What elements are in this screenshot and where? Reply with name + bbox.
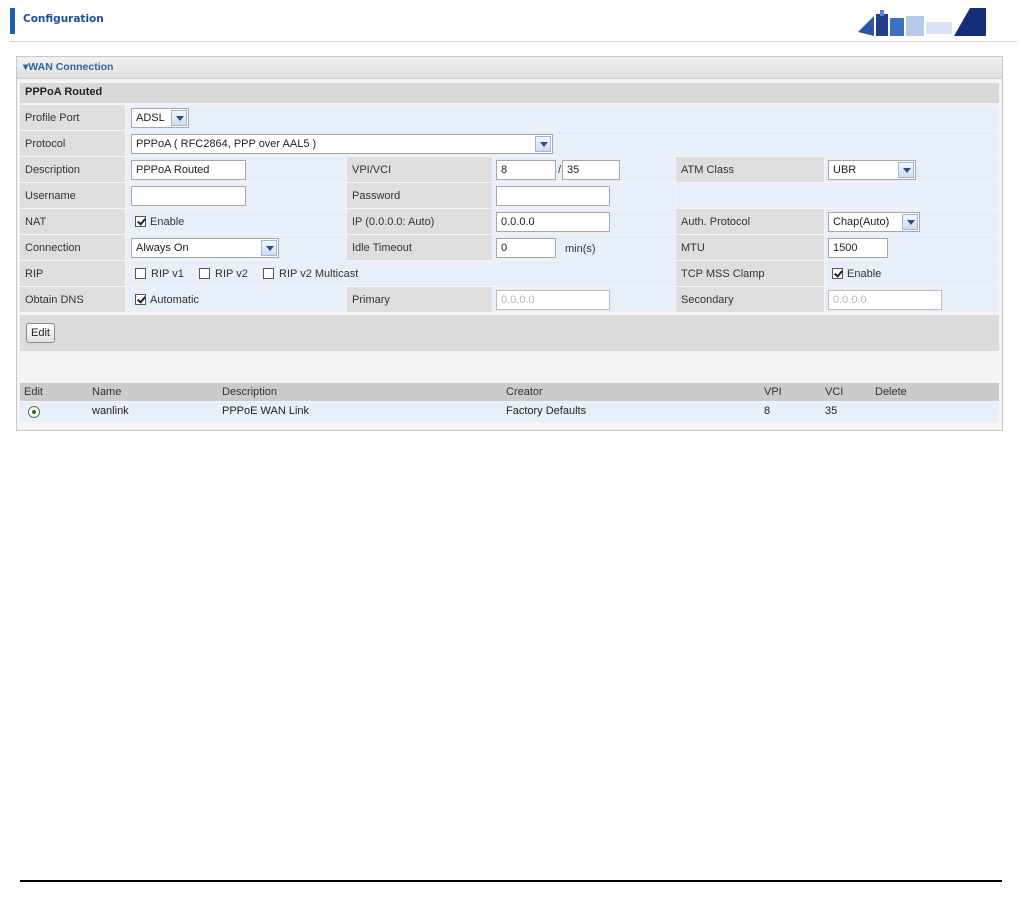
row-vpi: 8 <box>764 405 771 417</box>
rip-v2-checkbox[interactable] <box>199 268 210 279</box>
panel-header[interactable]: ▾WAN Connection <box>17 57 1002 79</box>
secondary-dns-label: Secondary <box>676 287 824 312</box>
idle-timeout-unit: min(s) <box>565 243 596 255</box>
password-label: Password <box>347 183 492 208</box>
wan-connection-panel: ▾WAN Connection PPPoA Routed Profile Por… <box>16 56 1003 431</box>
vci-input[interactable]: 35 <box>562 160 620 180</box>
row-username: Username Password <box>20 183 999 209</box>
row-creator: Factory Defaults <box>506 405 587 417</box>
nat-enable-checkbox[interactable] <box>135 216 146 227</box>
chevron-down-icon <box>902 214 918 230</box>
row-name: wanlink <box>92 405 129 417</box>
connection-label: Connection <box>20 235 125 260</box>
row-protocol: Protocol PPPoA ( RFC2864, PPP over AAL5 … <box>20 131 999 157</box>
primary-dns-input[interactable]: 0.0.0.0 <box>496 290 610 310</box>
header-accent-bar <box>10 8 15 34</box>
button-bar: Edit <box>20 315 999 351</box>
nat-enable-label: Enable <box>150 216 185 228</box>
primary-dns-label: Primary <box>347 287 492 312</box>
secondary-dns-input[interactable]: 0.0.0.0 <box>828 290 942 310</box>
protocol-label: Protocol <box>20 131 125 156</box>
tcp-mss-clamp-enable-label: Enable <box>847 268 882 280</box>
idle-timeout-label: Idle Timeout <box>347 235 492 260</box>
column-description: Description <box>222 386 278 398</box>
column-delete: Delete <box>875 386 907 398</box>
username-input[interactable] <box>131 186 246 206</box>
profile-port-select[interactable]: ADSL <box>131 108 189 128</box>
ip-input[interactable]: 0.0.0.0 <box>496 212 610 232</box>
rip-v2-multicast-label: RIP v2 Multicast <box>279 268 359 280</box>
atm-class-label: ATM Class <box>676 157 824 182</box>
page-title: Configuration <box>23 13 104 25</box>
vpi-input[interactable]: 8 <box>496 160 556 180</box>
obtain-dns-label: Obtain DNS <box>20 287 125 312</box>
nat-label: NAT <box>20 209 125 234</box>
row-obtain-dns: Obtain DNS Automatic Primary 0.0.0.0 Sec… <box>20 287 999 313</box>
mtu-input[interactable]: 1500 <box>828 238 888 258</box>
auth-protocol-select[interactable]: Chap(Auto) <box>828 212 920 232</box>
mtu-label: MTU <box>676 235 824 260</box>
header-banner-image <box>858 8 986 36</box>
chevron-down-icon <box>261 240 277 256</box>
row-nat: NAT Enable IP (0.0.0.0: Auto) 0.0.0.0 Au… <box>20 209 999 235</box>
section-title: PPPoA Routed <box>20 83 999 103</box>
auth-protocol-label: Auth. Protocol <box>676 209 824 234</box>
ip-label: IP (0.0.0.0: Auto) <box>347 209 492 234</box>
row-description: Description PPPoA Routed VPI/VCI 8 / 35 … <box>20 157 999 183</box>
edit-radio-button[interactable] <box>28 406 40 418</box>
chevron-down-icon <box>898 162 914 178</box>
column-vpi: VPI <box>764 386 782 398</box>
obtain-dns-checkbox[interactable] <box>135 294 146 305</box>
column-name: Name <box>92 386 122 398</box>
column-creator: Creator <box>506 386 543 398</box>
rip-v2-label: RIP v2 <box>215 268 248 280</box>
connection-select[interactable]: Always On <box>131 238 279 258</box>
column-edit: Edit <box>24 386 43 398</box>
username-label: Username <box>20 183 125 208</box>
page: Configuration ▾WAN Connection PPPoA Rout… <box>0 0 1021 910</box>
connections-table-header: Edit Name Description Creator VPI VCI De… <box>20 383 999 401</box>
chevron-down-icon <box>535 136 551 152</box>
column-vci: VCI <box>825 386 844 398</box>
page-bottom-rule <box>20 880 1002 882</box>
protocol-select[interactable]: PPPoA ( RFC2864, PPP over AAL5 ) <box>131 134 553 154</box>
edit-button[interactable]: Edit <box>26 323 55 343</box>
chevron-down-icon <box>171 110 187 126</box>
profile-port-label: Profile Port <box>20 105 125 130</box>
row-rip: RIP RIP v1 RIP v2 RIP v2 Multicast TCP M… <box>20 261 999 287</box>
row-profile-port: Profile Port ADSL <box>20 105 999 131</box>
row-vci: 35 <box>825 405 838 417</box>
description-input[interactable]: PPPoA Routed <box>131 160 246 180</box>
rip-v2-multicast-checkbox[interactable] <box>263 268 274 279</box>
panel-title: ▾WAN Connection <box>23 61 114 73</box>
row-description: PPPoE WAN Link <box>222 405 310 417</box>
table-row[interactable]: wanlink PPPoE WAN Link Factory Defaults … <box>20 402 999 422</box>
rip-label: RIP <box>20 261 125 286</box>
tcp-mss-clamp-checkbox[interactable] <box>832 268 843 279</box>
header-divider <box>10 41 1017 42</box>
rip-v1-checkbox[interactable] <box>135 268 146 279</box>
password-input[interactable] <box>496 186 610 206</box>
vpi-vci-separator: / <box>558 164 562 176</box>
obtain-dns-automatic-label: Automatic <box>150 294 199 306</box>
atm-class-select[interactable]: UBR <box>828 160 916 180</box>
row-connection: Connection Always On Idle Timeout 0 min(… <box>20 235 999 261</box>
vpi-vci-label: VPI/VCI <box>347 157 492 182</box>
description-label: Description <box>20 157 125 182</box>
rip-v1-label: RIP v1 <box>151 268 184 280</box>
idle-timeout-input[interactable]: 0 <box>496 238 556 258</box>
tcp-mss-clamp-label: TCP MSS Clamp <box>676 261 824 286</box>
page-header: Configuration <box>10 0 1017 42</box>
